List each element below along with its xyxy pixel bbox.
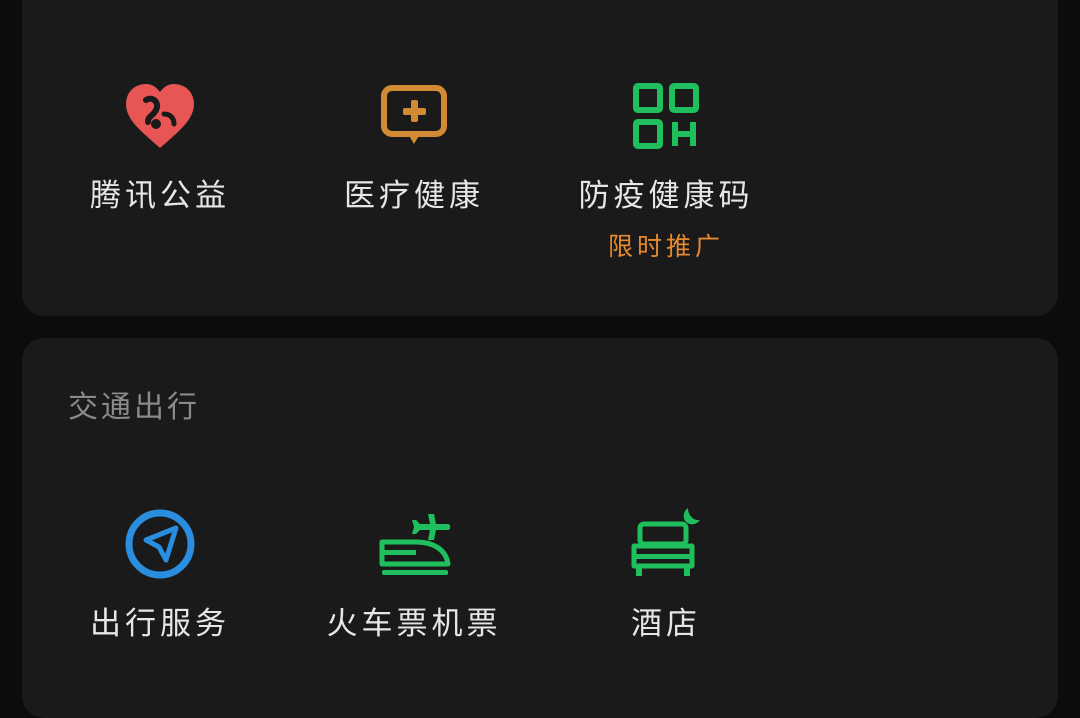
train-plane-icon [379, 514, 451, 575]
service-label: 医疗健康 [344, 178, 484, 214]
service-travel[interactable]: 出行服务 [50, 506, 270, 643]
medical-cross-chat-icon [381, 85, 447, 144]
transport-card: 交通出行 出行服务 火车票机票 酒店 [22, 338, 1058, 718]
heart-charity-icon [126, 84, 194, 148]
service-label: 酒店 [631, 606, 701, 642]
service-hotel[interactable]: 酒店 [556, 506, 776, 643]
service-tencent-charity[interactable]: 腾讯公益 [50, 78, 270, 215]
service-train-flight-tickets[interactable]: 火车票机票 [304, 506, 524, 643]
service-medical-health[interactable]: 医疗健康 [304, 78, 524, 215]
service-label: 防疫健康码 [578, 178, 754, 214]
service-label: 腾讯公益 [90, 178, 230, 214]
hotel-bed-icon [631, 508, 700, 576]
service-label: 火车票机票 [326, 606, 502, 642]
promo-badge: 限时推广 [607, 232, 724, 261]
navigation-compass-icon [125, 509, 195, 579]
services-card-top: 腾讯公益 医疗健康 防疫健康码 限时推广 [22, 0, 1058, 316]
service-health-code[interactable]: 防疫健康码 限时推广 [556, 78, 776, 263]
section-title: 交通出行 [68, 390, 200, 425]
qr-code-icon [633, 83, 699, 149]
service-label: 出行服务 [90, 606, 230, 642]
